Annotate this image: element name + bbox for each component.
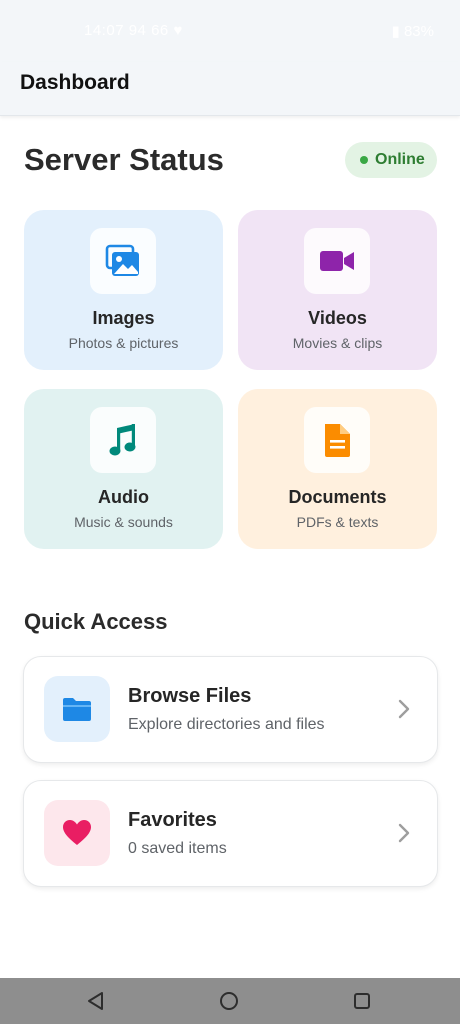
category-icon-box bbox=[304, 228, 370, 294]
quick-access-icon-box bbox=[44, 676, 110, 742]
quick-access-item-title: Favorites bbox=[128, 809, 217, 831]
quick-access-item-subtitle: 0 saved items bbox=[128, 840, 227, 857]
category-icon-box bbox=[304, 407, 370, 473]
music-note-icon bbox=[109, 424, 136, 456]
status-bar-indicators: ▮ 83% bbox=[392, 22, 434, 40]
clock-text: 14:07 bbox=[84, 22, 125, 39]
category-card-audio[interactable]: Audio Music & sounds bbox=[24, 389, 223, 549]
status-extra-text: 94 66 bbox=[128, 22, 169, 39]
category-title: Audio bbox=[98, 487, 149, 507]
browse-files-card[interactable]: Browse Files Explore directories and fil… bbox=[23, 656, 438, 763]
home-icon[interactable] bbox=[217, 989, 241, 1013]
category-subtitle: PDFs & texts bbox=[296, 514, 379, 530]
back-icon[interactable] bbox=[84, 989, 108, 1013]
quick-access-item-title: Browse Files bbox=[128, 685, 252, 707]
recents-icon[interactable] bbox=[350, 989, 374, 1013]
favorites-card[interactable]: Favorites 0 saved items bbox=[23, 780, 438, 887]
image-icon bbox=[105, 244, 139, 276]
category-card-documents[interactable]: Documents PDFs & texts bbox=[238, 389, 437, 549]
battery-icon: ▮ bbox=[391, 23, 400, 40]
system-nav-bar bbox=[0, 978, 460, 1024]
quick-access-item-subtitle: Explore directories and files bbox=[128, 716, 325, 733]
status-badge-label: Online bbox=[375, 151, 425, 168]
heart-icon bbox=[63, 820, 91, 845]
chevron-right-icon bbox=[398, 699, 410, 719]
quick-access-title: Quick Access bbox=[24, 609, 168, 634]
online-dot-icon bbox=[360, 156, 368, 164]
category-subtitle: Movies & clips bbox=[292, 335, 383, 351]
quick-access-icon-box bbox=[44, 800, 110, 866]
category-title: Images bbox=[92, 308, 155, 328]
category-card-videos[interactable]: Videos Movies & clips bbox=[238, 210, 437, 370]
video-camera-icon bbox=[320, 251, 354, 271]
heart-status-icon: ♥ bbox=[173, 22, 183, 39]
status-bar-time: 14:07 94 66 ♥ bbox=[84, 22, 183, 39]
category-title: Videos bbox=[308, 308, 367, 328]
folder-icon bbox=[63, 698, 91, 721]
chevron-right-icon bbox=[398, 823, 410, 843]
category-subtitle: Music & sounds bbox=[74, 514, 173, 530]
category-icon-box bbox=[90, 228, 156, 294]
battery-level: 83% bbox=[403, 23, 434, 40]
server-status-title: Server Status bbox=[24, 142, 224, 177]
category-icon-box bbox=[90, 407, 156, 473]
page-title: Dashboard bbox=[20, 71, 130, 94]
status-bar: 14:07 94 66 ♥ ▮ 83% bbox=[0, 0, 460, 62]
status-badge: Online bbox=[345, 142, 437, 178]
category-title: Documents bbox=[288, 487, 387, 507]
category-card-images[interactable]: Images Photos & pictures bbox=[24, 210, 223, 370]
category-subtitle: Photos & pictures bbox=[68, 335, 179, 351]
document-icon bbox=[325, 424, 350, 457]
app-bar: Dashboard bbox=[0, 62, 460, 116]
